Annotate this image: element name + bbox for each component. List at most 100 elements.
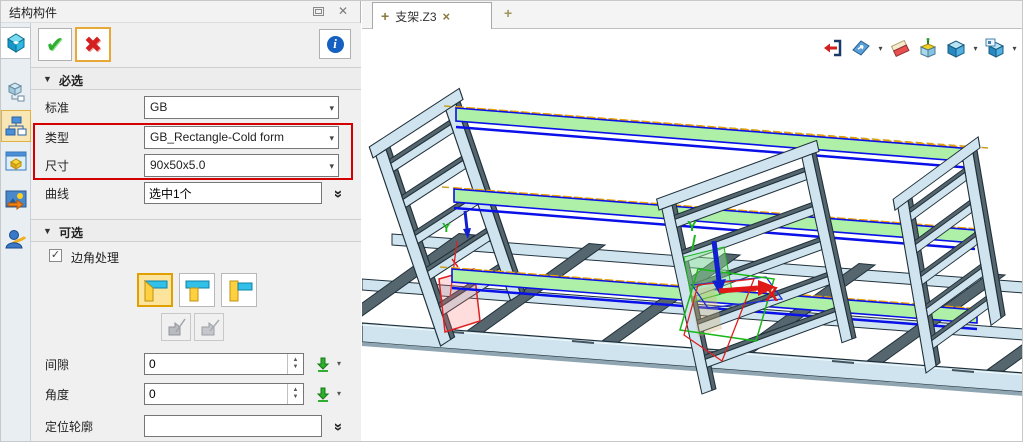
chevron-down-icon: ▾: [329, 156, 334, 177]
standard-combobox[interactable]: GB ▾: [144, 96, 339, 119]
tab-view-window-icon[interactable]: [1, 145, 31, 177]
chevron-down-icon: ▾: [329, 128, 334, 149]
section-pin-button[interactable]: [915, 35, 941, 61]
trim-icon: [164, 315, 188, 339]
selected-rail-top[interactable]: [444, 106, 988, 168]
trim-extend-button-1[interactable]: [161, 313, 191, 341]
info-button[interactable]: i: [319, 29, 351, 59]
spin-down-icon[interactable]: ▼: [293, 394, 299, 401]
view-window-icon: [4, 149, 28, 173]
gap-inherit-caret-icon[interactable]: ▾: [337, 359, 341, 368]
erase-button[interactable]: [887, 35, 913, 61]
section-required-label: 必选: [59, 72, 83, 89]
axis-y-label-left: Y: [442, 220, 451, 235]
display-mode-caret-icon[interactable]: ▾: [971, 44, 980, 53]
tab-label: 支架.Z3: [395, 8, 436, 25]
cancel-button[interactable]: ✖: [75, 27, 111, 62]
user-icon: [4, 227, 28, 251]
gap-spin-arrows[interactable]: ▲ ▼: [287, 354, 303, 374]
panel-title: 结构构件: [9, 4, 57, 21]
curve-label: 曲线: [45, 185, 69, 202]
tab-document[interactable]: + 支架.Z3 ×: [372, 2, 492, 29]
tab-render-icon[interactable]: [1, 183, 31, 215]
render-image-icon: [4, 187, 28, 211]
profile-label: 定位轮廓: [45, 418, 93, 435]
gap-inherit-button[interactable]: [313, 354, 333, 374]
trim-extend-button-2[interactable]: [194, 313, 224, 341]
section-required[interactable]: ▼ 必选: [31, 67, 361, 90]
spin-down-icon[interactable]: ▼: [293, 364, 299, 371]
model-viewport-3d[interactable]: Y: [362, 29, 1023, 442]
display-mode-button[interactable]: [943, 35, 969, 61]
gap-input[interactable]: [144, 353, 304, 375]
section-optional[interactable]: ▼ 可选: [31, 219, 361, 242]
pin-box-icon: [917, 37, 939, 59]
size-value: 90x50x5.0: [150, 158, 205, 172]
structural-member-panel: 结构构件 ✕: [1, 1, 361, 442]
standard-value: GB: [150, 100, 167, 114]
shape-cube-icon: [4, 31, 28, 55]
hierarchy-icon: [4, 114, 28, 138]
panel-icon-strip: [1, 23, 31, 442]
main-area: + 支架.Z3 × +: [362, 1, 1022, 441]
section-optional-label: 可选: [59, 224, 83, 241]
spin-up-icon[interactable]: ▲: [293, 387, 299, 394]
corner-butt2-icon: [224, 276, 254, 304]
size-combobox[interactable]: 90x50x5.0 ▾: [144, 154, 339, 177]
tab-user-icon[interactable]: [1, 223, 31, 255]
green-arrow-down-icon: [315, 357, 331, 372]
view-plane-button[interactable]: [848, 35, 874, 61]
exit-sketch-button[interactable]: [820, 35, 846, 61]
cube-window-icon: [984, 37, 1006, 59]
tab-close-icon[interactable]: ×: [443, 9, 451, 24]
view-toolbar: ▾: [820, 35, 1019, 61]
double-chevron-icon: »: [331, 422, 348, 429]
cancel-x-icon: ✖: [84, 32, 102, 58]
check-icon: ✔: [46, 32, 64, 58]
standard-label: 标准: [45, 99, 69, 116]
view-plane-caret-icon[interactable]: ▾: [876, 44, 885, 53]
view-manager-button[interactable]: [982, 35, 1008, 61]
eraser-icon: [889, 37, 911, 59]
ok-button[interactable]: ✔: [38, 28, 72, 61]
corner-butt2-button[interactable]: [221, 273, 257, 307]
curve-input[interactable]: [144, 182, 322, 204]
profile-expand-button[interactable]: »: [329, 415, 349, 437]
wireframe-assembly-icon: [4, 80, 28, 104]
new-tab-button[interactable]: +: [504, 5, 512, 21]
spin-up-icon[interactable]: ▲: [293, 357, 299, 364]
tab-plus-icon[interactable]: +: [381, 8, 389, 24]
info-icon: i: [327, 36, 344, 53]
corner-butt1-icon: [182, 276, 212, 304]
tab-shape-icon[interactable]: [1, 27, 31, 59]
green-arrow-down-icon: [315, 387, 331, 402]
view-manager-caret-icon[interactable]: ▾: [1010, 44, 1019, 53]
angle-label: 角度: [45, 386, 69, 403]
type-combobox[interactable]: GB_Rectangle-Cold form ▾: [144, 126, 339, 149]
corner-treatment-label: 边角处理: [71, 249, 119, 266]
corner-miter-button[interactable]: [137, 273, 173, 307]
corner-miter-icon: [140, 276, 170, 304]
gap-spinner[interactable]: ▲ ▼: [144, 353, 304, 375]
angle-inherit-caret-icon[interactable]: ▾: [337, 389, 341, 398]
chevron-down-icon: ▾: [329, 98, 334, 119]
angle-inherit-button[interactable]: [313, 384, 333, 404]
angle-spin-arrows[interactable]: ▲ ▼: [287, 384, 303, 404]
document-tab-bar: + 支架.Z3 × +: [362, 1, 1022, 29]
corner-butt1-button[interactable]: [179, 273, 215, 307]
type-label: 类型: [45, 129, 69, 146]
panel-title-bar: 结构构件 ✕: [1, 1, 360, 23]
profile-input[interactable]: [144, 415, 322, 437]
panel-float-icon[interactable]: [313, 7, 324, 16]
size-label: 尺寸: [45, 157, 69, 174]
model-canvas: ▾: [362, 29, 1022, 441]
collapse-arrow-icon: ▼: [43, 74, 52, 84]
angle-spinner[interactable]: ▲ ▼: [144, 383, 304, 405]
tab-hierarchy-icon[interactable]: [1, 110, 31, 142]
curve-expand-button[interactable]: »: [329, 182, 349, 204]
corner-treatment-checkbox[interactable]: ✓: [49, 249, 62, 262]
collapse-arrow-icon: ▼: [43, 226, 52, 236]
tab-wireframe-icon[interactable]: [1, 76, 31, 108]
panel-close-icon[interactable]: ✕: [338, 4, 348, 18]
angle-input[interactable]: [144, 383, 304, 405]
